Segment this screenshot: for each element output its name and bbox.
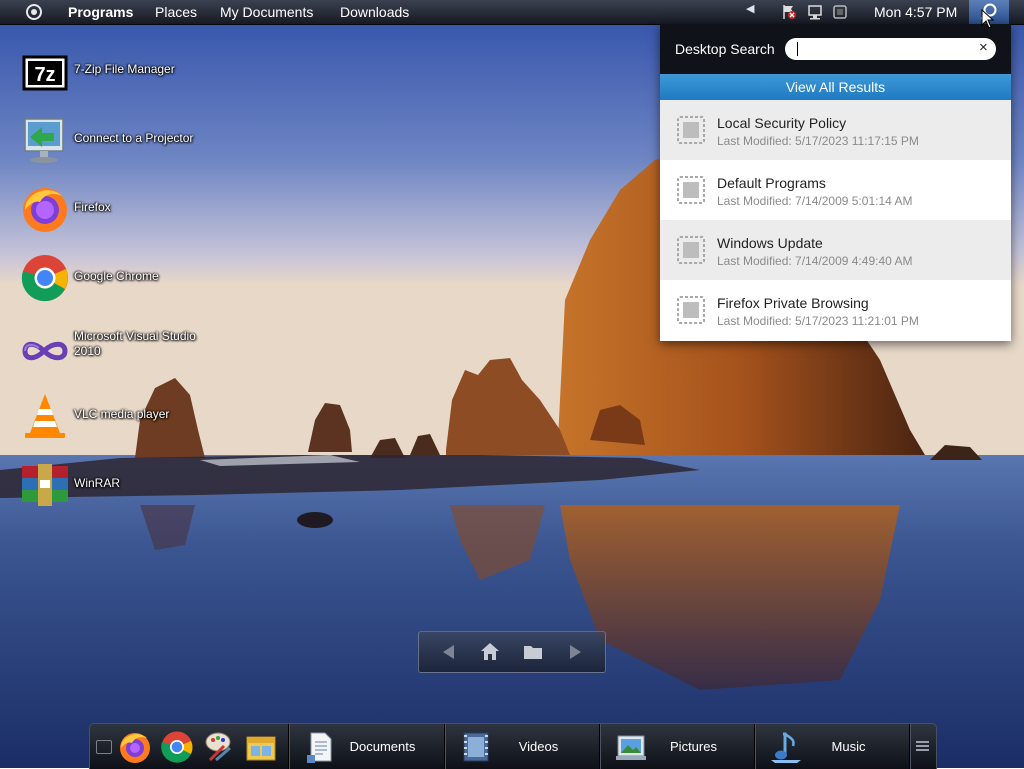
search-result-item[interactable]: Windows Update Last Modified: 7/14/2009 … (660, 220, 1011, 280)
search-result-item[interactable]: Local Security Policy Last Modified: 5/1… (660, 100, 1011, 160)
library-music[interactable]: Music (755, 724, 910, 769)
desktop-icon-label: WinRAR (74, 476, 121, 490)
desktop-icon-label: Microsoft Visual Studio 2010 (74, 329, 196, 358)
generic-program-icon (677, 116, 705, 144)
search-result-name: Local Security Policy (717, 115, 847, 131)
dock-taskbar: Documents Videos Pictures Music (89, 723, 937, 769)
desktop-icon-chrome[interactable]: Google Chrome (18, 249, 238, 305)
library-pictures[interactable]: Pictures (600, 724, 755, 769)
mouse-cursor-icon (981, 9, 995, 29)
home-icon[interactable] (479, 641, 501, 663)
firefox-icon (20, 184, 70, 234)
view-all-results-button[interactable]: View All Results (660, 74, 1011, 100)
paint-icon[interactable] (202, 730, 236, 764)
7zip-icon: 7z (20, 48, 70, 98)
network-icon[interactable] (807, 4, 823, 20)
search-result-name: Default Programs (717, 175, 826, 191)
generic-program-icon (677, 296, 705, 324)
search-result-name: Windows Update (717, 235, 823, 251)
firefox-icon[interactable] (118, 730, 152, 764)
projector-icon (20, 115, 70, 165)
dock-divider (909, 724, 910, 769)
menu-downloads[interactable]: Downloads (340, 4, 409, 20)
menu-my-documents[interactable]: My Documents (220, 4, 313, 20)
search-panel-title: Desktop Search (675, 41, 775, 57)
action-center-flag-icon[interactable] (781, 4, 797, 20)
desktop-search-panel: Desktop Search × View All Results Local … (660, 24, 1011, 341)
menu-places[interactable]: Places (155, 4, 197, 20)
forward-arrow-icon[interactable] (564, 641, 586, 663)
search-input[interactable] (785, 38, 996, 60)
search-result-modified: Last Modified: 5/17/2023 11:17:15 PM (717, 134, 919, 148)
desktop-icon-vlc[interactable]: VLC media player (18, 387, 238, 443)
desktop-icon-visual-studio[interactable]: Microsoft Visual Studio 2010 (18, 318, 238, 374)
desktop-icon-firefox[interactable]: Firefox (18, 180, 238, 236)
winrar-icon (20, 460, 70, 510)
clock[interactable]: Mon 4:57 PM (874, 4, 957, 20)
library-label: Documents (349, 739, 416, 754)
tray-expand-arrow-icon[interactable]: ◀ (746, 2, 754, 15)
clear-search-icon[interactable]: × (979, 39, 988, 56)
back-arrow-icon[interactable] (438, 641, 460, 663)
search-result-item[interactable]: Firefox Private Browsing Last Modified: … (660, 280, 1011, 340)
top-menu-bar: Programs Places My Documents Downloads ◀… (0, 0, 1024, 25)
show-desktop-icon[interactable] (96, 740, 112, 754)
desktop-icon-winrar[interactable]: WinRAR (18, 456, 238, 512)
file-manager-icon[interactable] (244, 730, 278, 764)
navigation-widget (418, 631, 606, 673)
desktop-icon-label: Google Chrome (74, 269, 159, 283)
chrome-icon (20, 253, 70, 303)
visual-studio-icon (20, 322, 70, 372)
search-result-modified: Last Modified: 5/17/2023 11:21:01 PM (717, 314, 919, 328)
start-button-icon[interactable] (26, 4, 42, 20)
search-panel-header: Desktop Search × (660, 24, 1011, 74)
library-videos[interactable]: Videos (445, 724, 600, 769)
desktop-icon-label: Connect to a Projector (74, 131, 194, 145)
desktop-icon-label: VLC media player (74, 407, 170, 421)
menu-programs[interactable]: Programs (68, 4, 133, 20)
search-result-item[interactable]: Default Programs Last Modified: 7/14/200… (660, 160, 1011, 220)
library-documents[interactable]: Documents (289, 724, 444, 769)
svg-text:7z: 7z (34, 64, 55, 86)
vlc-icon (20, 391, 70, 441)
volume-icon[interactable] (832, 4, 848, 20)
text-caret (797, 42, 798, 56)
dock-menu-icon[interactable] (916, 741, 929, 751)
desktop-icon-label: Firefox (74, 200, 111, 214)
library-label: Pictures (670, 739, 717, 754)
chrome-icon[interactable] (160, 730, 194, 764)
search-result-modified: Last Modified: 7/14/2009 4:49:40 AM (717, 254, 913, 268)
desktop-icon-label: 7-Zip File Manager (74, 62, 175, 76)
search-result-name: Firefox Private Browsing (717, 295, 869, 311)
desktop-icon-projector[interactable]: Connect to a Projector (18, 111, 238, 167)
folder-icon[interactable] (522, 641, 544, 663)
search-result-modified: Last Modified: 7/14/2009 5:01:14 AM (717, 194, 913, 208)
library-label: Videos (518, 739, 559, 754)
generic-program-icon (677, 236, 705, 264)
library-label: Music (831, 739, 866, 754)
desktop-icon-7zip[interactable]: 7z 7-Zip File Manager (18, 44, 238, 100)
generic-program-icon (677, 176, 705, 204)
